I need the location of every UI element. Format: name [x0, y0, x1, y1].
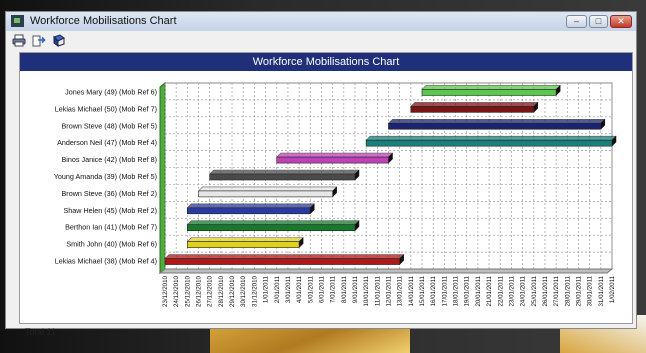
- gantt-bar: [209, 173, 356, 181]
- x-tick-label: 24/12/2010: [173, 275, 180, 307]
- gantt-bar: [187, 224, 356, 232]
- toolbar: [6, 31, 636, 52]
- gantt-bar: [388, 122, 602, 130]
- gantt-bar: [198, 190, 333, 198]
- status-total: Total 11: [25, 327, 56, 337]
- row-label: Jones Mary (49) (Mob Ref 6): [65, 87, 157, 96]
- x-tick-label: 24/01/2011: [520, 275, 527, 306]
- x-tick-label: 12/01/2011: [386, 275, 393, 306]
- x-tick-label: 5/01/2011: [307, 275, 314, 303]
- x-tick-label: 14/01/2011: [408, 275, 415, 306]
- x-tick-label: 25/12/2010: [184, 275, 191, 307]
- x-tick-label: 2/01/2011: [274, 275, 281, 303]
- row-label: Brown Steve (48) (Mob Ref 5): [62, 121, 157, 130]
- x-tick-label: 25/01/2011: [531, 275, 538, 306]
- maximize-button[interactable]: □: [589, 15, 608, 28]
- row-label: Young Amanda (39) (Mob Ref 5): [54, 172, 157, 181]
- plot-left-wall: [159, 81, 166, 275]
- x-tick-label: 13/01/2011: [397, 275, 404, 306]
- printer-icon[interactable]: [11, 34, 27, 49]
- row-label: Berthon Ian (41) (Mob Ref 7): [65, 223, 157, 232]
- row-label: Smith John (40) (Mob Ref 6): [66, 240, 157, 249]
- gantt-chart: Jones Mary (49) (Mob Ref 6) Lekias Michae…: [54, 81, 617, 307]
- window-title: Workforce Mobilisations Chart: [30, 15, 177, 27]
- minimize-button[interactable]: –: [566, 15, 587, 28]
- row-label: Binos Janice (42) (Mob Ref 8): [62, 155, 157, 164]
- bar-top: [208, 169, 360, 175]
- x-tick-label: 29/12/2010: [229, 275, 236, 307]
- gantt-bar: [276, 156, 389, 164]
- chart-panel: Workforce Mobilisations Chart Jones Mary…: [19, 52, 633, 324]
- gantt-bar: [421, 89, 557, 96]
- export-icon[interactable]: [31, 34, 47, 49]
- x-tick-label: 28/12/2010: [218, 275, 225, 307]
- x-tick-label: 31/01/2011: [598, 275, 605, 306]
- x-tick-label: 23/12/2010: [162, 275, 169, 307]
- x-tick-label: 11/01/2011: [374, 275, 381, 306]
- x-tick-label: 1/01/2011: [263, 275, 270, 303]
- x-tick-label: 27/12/2010: [207, 275, 214, 307]
- gantt-bar: [187, 207, 311, 215]
- x-tick-label: 26/12/2010: [196, 275, 203, 307]
- x-tick-label: 23/01/2011: [508, 275, 515, 306]
- plot-floor: [158, 268, 614, 274]
- x-tick-label: 10/01/2011: [363, 275, 370, 306]
- x-tick-label: 4/01/2011: [296, 275, 303, 303]
- x-tick-label: 7/01/2011: [330, 275, 337, 303]
- x-tick-label: 30/12/2010: [240, 275, 247, 307]
- gantt-bar: [187, 241, 300, 248]
- chart-window: Workforce Mobilisations Chart – □ ✕ Work…: [5, 11, 637, 329]
- bar-top: [197, 186, 338, 192]
- chart-header: Workforce Mobilisations Chart: [20, 53, 632, 71]
- x-tick-label: 31/12/2010: [251, 275, 258, 307]
- bar-top: [186, 203, 315, 209]
- bar-top: [186, 220, 360, 226]
- x-tick-label: 3/01/2011: [285, 275, 292, 303]
- x-tick-label: 17/01/2011: [441, 275, 448, 306]
- x-tick-label: 19/01/2011: [464, 275, 471, 306]
- x-tick-label: 29/01/2011: [575, 275, 582, 306]
- x-tick-label: 30/01/2011: [587, 275, 594, 306]
- book-icon[interactable]: [51, 34, 67, 49]
- row-label: Lekias Michael (50) (Mob Ref 7): [55, 104, 157, 113]
- bar-top: [164, 254, 405, 259]
- x-tick-label: 22/01/2011: [497, 275, 504, 306]
- x-tick-label: 16/01/2011: [430, 275, 437, 306]
- gantt-bar: [365, 139, 613, 147]
- row-label: Shaw Helen (45) (Mob Ref 2): [64, 206, 157, 215]
- x-tick-label: 21/01/2011: [486, 275, 493, 306]
- bar-top: [365, 135, 617, 141]
- x-tick-label: 27/01/2011: [553, 275, 560, 306]
- x-tick-label: 28/01/2011: [564, 275, 571, 306]
- app-icon: [11, 15, 24, 27]
- title-bar[interactable]: Workforce Mobilisations Chart – □ ✕: [6, 12, 636, 32]
- gantt-bar: [410, 106, 535, 113]
- row-label: Brown Steve (36) (Mob Ref 2): [62, 189, 157, 198]
- x-tick-label: 6/01/2011: [318, 275, 325, 303]
- x-tick-label: 9/01/2011: [352, 275, 359, 303]
- x-tick-label: 15/01/2011: [419, 275, 426, 306]
- bar-top: [387, 118, 606, 124]
- gantt-bar: [164, 258, 400, 265]
- bar-top: [421, 85, 561, 90]
- bar-top: [276, 152, 394, 158]
- close-button[interactable]: ✕: [610, 15, 632, 28]
- x-tick-label: 26/01/2011: [542, 275, 549, 306]
- x-tick-label: 18/01/2011: [453, 275, 460, 306]
- x-tick-label: 8/01/2011: [341, 275, 348, 303]
- bar-top: [186, 237, 304, 242]
- x-tick-label: 20/01/2011: [475, 275, 482, 306]
- x-tick-label: 1/02/2011: [609, 275, 616, 303]
- bar-top: [410, 102, 539, 107]
- row-label: Lekias Michael (38) (Mob Ref 4): [55, 257, 157, 266]
- row-label: Anderson Neil (47) (Mob Ref 4): [57, 138, 157, 147]
